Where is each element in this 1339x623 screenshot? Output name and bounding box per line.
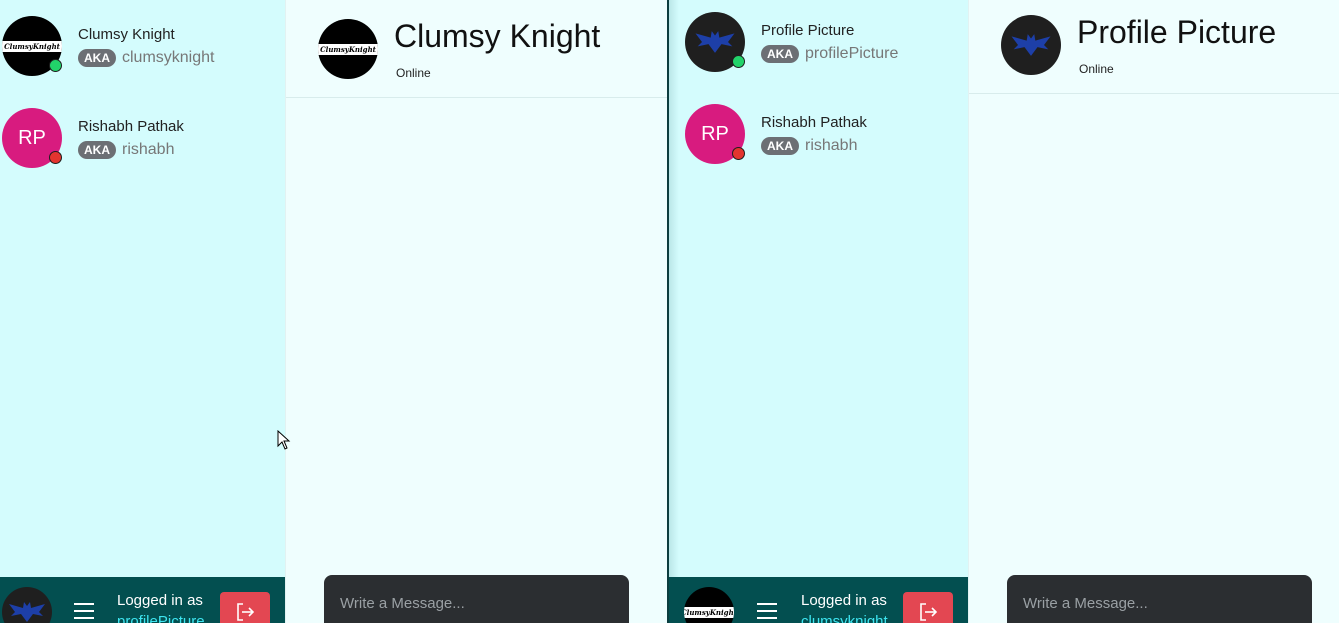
message-input[interactable] — [340, 595, 613, 612]
contact-item-rishabh-pathak[interactable]: RP Rishabh Pathak AKA rishabh — [0, 108, 280, 178]
chat-avatar — [1001, 15, 1061, 75]
hamburger-icon[interactable] — [757, 603, 777, 623]
chat-header: ClumsyKnight Clumsy Knight Online — [286, 0, 667, 98]
contact-item-rishabh-pathak[interactable]: RP Rishabh Pathak AKA rishabh — [669, 104, 949, 174]
aka-badge: AKA — [761, 45, 799, 63]
contact-handle: profilePicture — [805, 45, 899, 62]
user-bar: Logged in as profilePicture — [0, 577, 285, 623]
left-sidebar: ClumsyKnight Clumsy Knight AKA clumsykni… — [0, 0, 285, 623]
aka-badge: AKA — [78, 49, 116, 67]
chat-title: Clumsy Knight — [394, 18, 601, 54]
message-input[interactable] — [1023, 595, 1296, 612]
current-user-avatar[interactable] — [2, 587, 52, 623]
left-chat-panel: ClumsyKnight Clumsy Knight Online — [285, 0, 667, 623]
sidebar-shadow — [669, 0, 679, 623]
logout-button[interactable] — [903, 592, 953, 623]
online-status-icon — [49, 59, 62, 72]
current-user-avatar[interactable]: ClumsyKnight — [684, 587, 734, 623]
bat-icon — [1011, 34, 1051, 56]
offline-status-icon — [49, 151, 62, 164]
contact-aka-row: AKA clumsyknight — [78, 49, 214, 67]
logged-in-label: Logged in as — [117, 592, 203, 609]
contact-aka-row: AKA rishabh — [761, 137, 857, 155]
message-composer — [324, 575, 629, 623]
chat-status: Online — [396, 66, 431, 80]
contact-handle: clumsyknight — [122, 49, 215, 66]
right-chat-panel: Profile Picture Online — [968, 0, 1339, 623]
contact-item-profile-picture[interactable]: Profile Picture AKA profilePicture — [669, 12, 949, 82]
logout-button[interactable] — [220, 592, 270, 623]
bat-icon — [695, 31, 735, 53]
avatar: ClumsyKnight — [2, 16, 62, 76]
offline-status-icon — [732, 147, 745, 160]
contact-name: Profile Picture — [761, 22, 855, 39]
logged-in-label: Logged in as — [801, 592, 887, 609]
hamburger-icon[interactable] — [74, 603, 94, 623]
contact-name: Clumsy Knight — [78, 26, 175, 43]
message-composer — [1007, 575, 1312, 623]
contact-handle: rishabh — [805, 137, 858, 154]
avatar-logo-text: ClumsyKnight — [2, 40, 62, 52]
chat-header: Profile Picture Online — [969, 0, 1339, 94]
contact-handle: rishabh — [122, 141, 175, 158]
avatar: RP — [685, 104, 745, 164]
avatar-initials: RP — [701, 122, 729, 145]
bat-icon — [9, 602, 45, 622]
chat-avatar: ClumsyKnight — [318, 19, 378, 79]
aka-badge: AKA — [78, 141, 116, 159]
logout-icon — [237, 603, 255, 621]
user-bar: ClumsyKnight Logged in as clumsyknight — [669, 577, 968, 623]
avatar-logo-text: ClumsyKnight — [318, 43, 378, 55]
avatar-logo-text: ClumsyKnight — [684, 606, 734, 618]
right-sidebar: Profile Picture AKA profilePicture RP Ri… — [669, 0, 968, 623]
contact-name: Rishabh Pathak — [78, 118, 184, 135]
aka-badge: AKA — [761, 137, 799, 155]
contact-item-clumsy-knight[interactable]: ClumsyKnight Clumsy Knight AKA clumsykni… — [0, 16, 280, 86]
logged-in-username[interactable]: profilePicture — [117, 613, 205, 623]
avatar — [685, 12, 745, 72]
avatar-initials: RP — [18, 126, 46, 149]
contact-aka-row: AKA profilePicture — [761, 45, 898, 63]
online-status-icon — [732, 55, 745, 68]
logged-in-username[interactable]: clumsyknight — [801, 613, 888, 623]
avatar: RP — [2, 108, 62, 168]
chat-status: Online — [1079, 62, 1114, 76]
contact-name: Rishabh Pathak — [761, 114, 867, 131]
mouse-cursor-icon — [277, 430, 291, 450]
chat-title: Profile Picture — [1077, 14, 1277, 50]
logout-icon — [920, 603, 938, 621]
contact-aka-row: AKA rishabh — [78, 141, 174, 159]
